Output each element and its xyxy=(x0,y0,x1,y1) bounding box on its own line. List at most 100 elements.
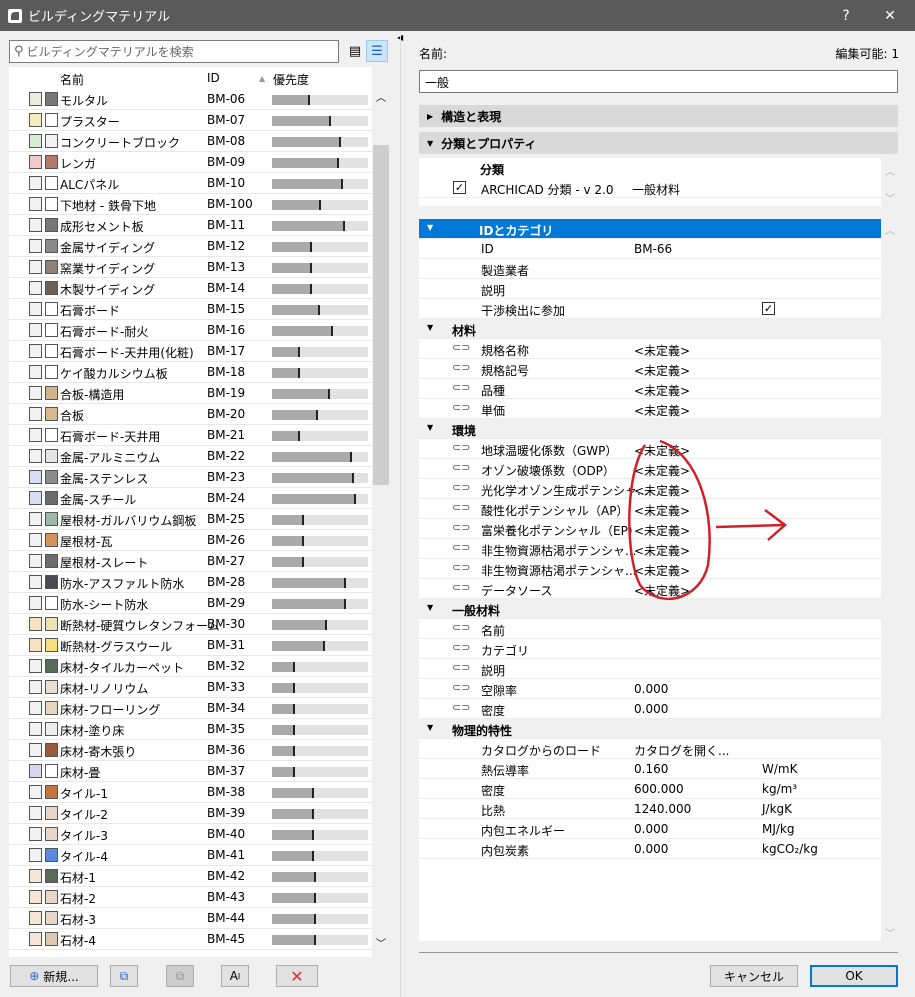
priority-bar[interactable] xyxy=(272,536,368,546)
property-value[interactable]: BM-66 xyxy=(634,242,672,256)
priority-bar[interactable] xyxy=(272,95,368,105)
material-row[interactable]: 床材-畳 BM-37 xyxy=(9,761,372,782)
priority-bar[interactable] xyxy=(272,893,368,903)
property-value[interactable]: 0.160 xyxy=(634,762,668,776)
material-row[interactable]: ALCパネル BM-10 xyxy=(9,173,372,194)
property-row[interactable]: ⊂⊃ 空隙率 0.000 xyxy=(419,679,881,699)
material-row[interactable]: 成形セメント板 BM-11 xyxy=(9,215,372,236)
property-row[interactable]: ⊂⊃ 説明 xyxy=(419,659,881,679)
material-row[interactable]: 下地材 - 鉄骨下地 BM-100 xyxy=(9,194,372,215)
priority-bar[interactable] xyxy=(272,725,368,735)
new-material-button[interactable]: ⊕ 新規... xyxy=(10,965,98,987)
material-row[interactable]: 木製サイディング BM-14 xyxy=(9,278,372,299)
priority-bar[interactable] xyxy=(272,515,368,525)
name-field[interactable]: 一般 xyxy=(419,70,898,93)
priority-bar[interactable] xyxy=(272,809,368,819)
classification-checkbox[interactable]: ✓ xyxy=(453,181,466,194)
priority-bar[interactable] xyxy=(272,662,368,672)
priority-bar[interactable] xyxy=(272,116,368,126)
column-priority[interactable]: 優先度 xyxy=(273,71,309,88)
priority-bar[interactable] xyxy=(272,683,368,693)
property-value[interactable]: <未定義> xyxy=(634,342,690,359)
material-row[interactable]: 防水-シート防水 BM-29 xyxy=(9,593,372,614)
material-row[interactable]: 窯業サイディング BM-13 xyxy=(9,257,372,278)
material-row[interactable]: 石材-2 BM-43 xyxy=(9,887,372,908)
material-row[interactable]: 防水-アスファルト防水 BM-28 xyxy=(9,572,372,593)
properties-scroll-up-icon[interactable]: ︿ xyxy=(882,222,898,237)
material-row[interactable]: 床材-塗り床 BM-35 xyxy=(9,719,372,740)
material-row[interactable]: 石材-3 BM-44 xyxy=(9,908,372,929)
property-value[interactable]: 0.000 xyxy=(634,702,668,716)
priority-bar[interactable] xyxy=(272,200,368,210)
ok-button[interactable]: OK xyxy=(810,965,898,987)
property-group[interactable]: ▼ IDとカテゴリ xyxy=(419,219,881,239)
priority-bar[interactable] xyxy=(272,221,368,231)
priority-bar[interactable] xyxy=(272,746,368,756)
classification-scroll-up-icon[interactable]: ︿ xyxy=(882,163,898,178)
material-row[interactable]: 金属サイディング BM-12 xyxy=(9,236,372,257)
property-row[interactable]: 干渉検出に参加 ✓ xyxy=(419,299,881,319)
classification-row[interactable]: ✓ ARCHICAD 分類 - v 2.0 一般材料 xyxy=(419,178,881,198)
priority-bar[interactable] xyxy=(272,389,368,399)
material-row[interactable]: 石材-1 BM-42 xyxy=(9,866,372,887)
property-row[interactable]: ⊂⊃ 単価 <未定義> xyxy=(419,399,881,419)
scroll-down-icon[interactable]: ﹀ xyxy=(376,935,386,950)
priority-bar[interactable] xyxy=(272,704,368,714)
property-value[interactable]: カタログを開く... xyxy=(634,742,729,759)
priority-bar[interactable] xyxy=(272,263,368,273)
column-id[interactable]: ID xyxy=(207,71,220,85)
priority-bar[interactable] xyxy=(272,620,368,630)
material-row[interactable]: 金属-ステンレス BM-23 xyxy=(9,467,372,488)
material-row[interactable]: コンクリートブロック BM-08 xyxy=(9,131,372,152)
priority-bar[interactable] xyxy=(272,305,368,315)
priority-bar[interactable] xyxy=(272,494,368,504)
priority-bar[interactable] xyxy=(272,788,368,798)
priority-bar[interactable] xyxy=(272,851,368,861)
search-input[interactable]: ⚲ ビルディングマテリアルを検索 xyxy=(9,40,339,63)
material-row[interactable]: 石材-4 BM-45 xyxy=(9,929,372,950)
classification-scroll-down-icon[interactable]: ﹀ xyxy=(882,190,898,205)
scroll-up-icon[interactable]: ︿ xyxy=(376,89,386,104)
rename-button[interactable]: AI xyxy=(221,965,249,987)
priority-bar[interactable] xyxy=(272,368,368,378)
property-group[interactable]: ▼ 物理的特性 xyxy=(419,719,881,739)
property-value[interactable]: 0.000 xyxy=(634,822,668,836)
priority-bar[interactable] xyxy=(272,557,368,567)
priority-bar[interactable] xyxy=(272,137,368,147)
material-row[interactable]: モルタル BM-06 xyxy=(9,89,372,110)
property-value[interactable]: 0.000 xyxy=(634,682,668,696)
material-row[interactable]: 合板 BM-20 xyxy=(9,404,372,425)
property-row[interactable]: 密度 600.000 kg/m³ xyxy=(419,779,881,799)
material-row[interactable]: 床材-寄木張り BM-36 xyxy=(9,740,372,761)
material-row[interactable]: 石膏ボード-天井用 BM-21 xyxy=(9,425,372,446)
priority-bar[interactable] xyxy=(272,830,368,840)
priority-bar[interactable] xyxy=(272,431,368,441)
material-row[interactable]: プラスター BM-07 xyxy=(9,110,372,131)
property-row[interactable]: カタログからのロード カタログを開く... xyxy=(419,739,881,759)
material-row[interactable]: 石膏ボード BM-15 xyxy=(9,299,372,320)
material-row[interactable]: 金属-アルミニウム BM-22 xyxy=(9,446,372,467)
property-row[interactable]: 比熱 1240.000 J/kgK xyxy=(419,799,881,819)
properties-scroll-down-icon[interactable]: ﹀ xyxy=(882,925,898,940)
priority-bar[interactable] xyxy=(272,935,368,945)
priority-bar[interactable] xyxy=(272,179,368,189)
priority-bar[interactable] xyxy=(272,641,368,651)
property-group[interactable]: ▼ 材料 xyxy=(419,319,881,339)
property-row[interactable]: 内包エネルギー 0.000 MJ/kg xyxy=(419,819,881,839)
property-value[interactable]: 1240.000 xyxy=(634,802,691,816)
property-value[interactable]: 0.000 xyxy=(634,842,668,856)
material-row[interactable]: 断熱材-硬質ウレタンフォーム BM-30 xyxy=(9,614,372,635)
property-row[interactable]: 熱伝導率 0.160 W/mK xyxy=(419,759,881,779)
panel-divider[interactable] xyxy=(400,31,401,997)
property-value[interactable]: 600.000 xyxy=(634,782,684,796)
section-classification[interactable]: ▼ 分類とプロパティ xyxy=(419,132,898,154)
material-row[interactable]: タイル-3 BM-40 xyxy=(9,824,372,845)
material-row[interactable]: 石膏ボード-天井用(化粧) BM-17 xyxy=(9,341,372,362)
priority-bar[interactable] xyxy=(272,599,368,609)
property-checkbox[interactable]: ✓ xyxy=(762,302,775,315)
priority-bar[interactable] xyxy=(272,347,368,357)
material-row[interactable]: 断熱材-グラスウール BM-31 xyxy=(9,635,372,656)
priority-bar[interactable] xyxy=(272,914,368,924)
property-value[interactable]: <未定義> xyxy=(634,362,690,379)
property-row[interactable]: ⊂⊃ 規格記号 <未定義> xyxy=(419,359,881,379)
